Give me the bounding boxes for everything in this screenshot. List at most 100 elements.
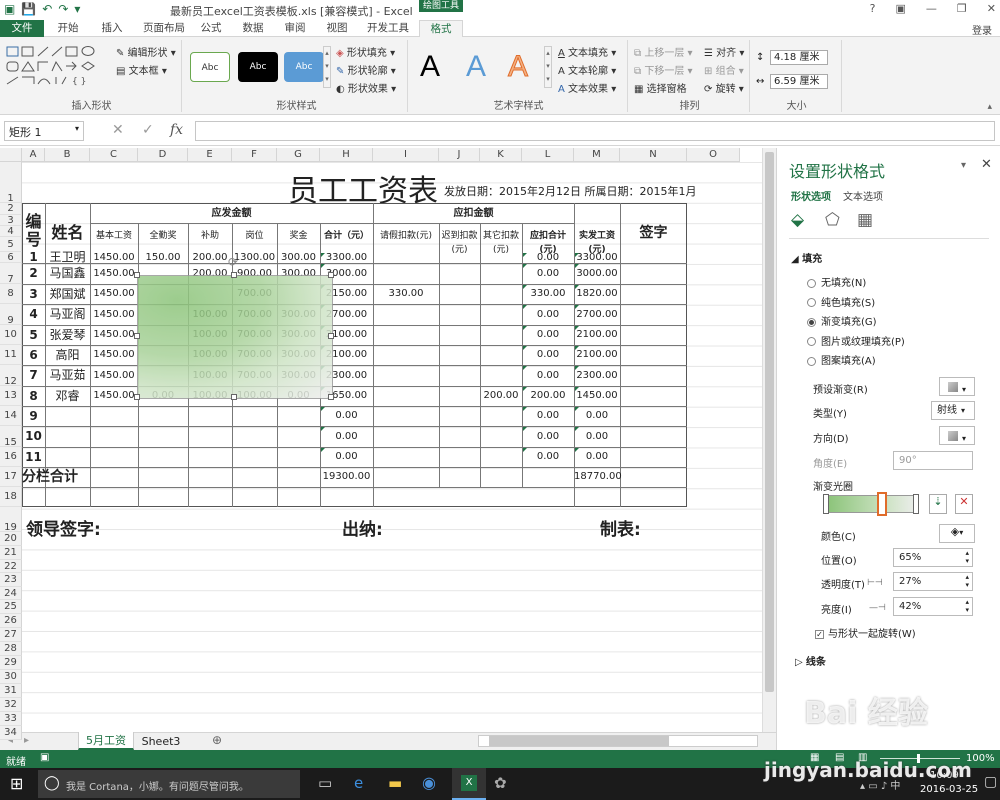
save-icon[interactable]: 💾 <box>21 2 36 16</box>
fill-section-header[interactable]: ◢ 填充 <box>791 250 822 265</box>
row-header[interactable]: 8 <box>0 284 22 304</box>
remove-stop-icon[interactable]: ✕ <box>955 494 973 514</box>
tab-review[interactable]: 审阅 <box>278 20 312 37</box>
row-header[interactable]: 23 <box>0 573 22 587</box>
row-header[interactable]: 19 <box>0 507 22 533</box>
resize-handle[interactable] <box>231 272 237 278</box>
row-header[interactable]: 11 <box>0 345 22 365</box>
tab-home[interactable]: 开始 <box>48 20 88 37</box>
transparency-slider-icon[interactable]: ⊢⊣ <box>867 578 883 588</box>
column-header-b[interactable]: B <box>45 148 90 162</box>
row-header[interactable]: 14 <box>0 406 22 426</box>
row-header[interactable]: 34 <box>0 726 22 740</box>
close-icon[interactable]: ✕ <box>987 2 996 15</box>
add-sheet-icon[interactable]: ⊕ <box>212 733 222 747</box>
column-header-e[interactable]: E <box>188 148 232 162</box>
fill-option-radio[interactable]: 图案填充(A) <box>807 352 876 367</box>
row-header[interactable]: 22 <box>0 560 22 573</box>
gradient-stop-3[interactable] <box>913 494 919 514</box>
row-header[interactable]: 17 <box>0 467 22 487</box>
formula-input[interactable] <box>195 121 995 141</box>
resize-handle[interactable] <box>328 394 334 400</box>
send-backward-button[interactable]: ⧉ 下移一层 ▾ <box>634 62 693 77</box>
row-header[interactable]: 5 <box>0 237 22 252</box>
text-effects-button[interactable]: A 文本效果 ▾ <box>558 80 616 95</box>
tab-formulas[interactable]: 公式 <box>194 20 228 37</box>
row-header[interactable]: 6 <box>0 252 22 263</box>
row-header[interactable]: 29 <box>0 656 22 670</box>
group-button[interactable]: ⊞ 组合 ▾ <box>704 62 744 77</box>
color-picker[interactable]: ◈▾ <box>939 524 975 543</box>
wordart-style-2[interactable]: A <box>466 50 486 84</box>
resize-handle[interactable] <box>328 333 334 339</box>
tab-page-layout[interactable]: 页面布局 <box>136 20 192 37</box>
preset-gradient-dropdown[interactable]: ▾ <box>939 377 975 396</box>
resize-handle[interactable] <box>134 394 140 400</box>
excel-taskbar-button[interactable]: X <box>452 768 486 800</box>
gradient-stop-1[interactable] <box>823 494 829 514</box>
column-header-d[interactable]: D <box>138 148 188 162</box>
shapes-gallery[interactable]: { } <box>4 44 112 88</box>
enter-icon[interactable]: ✓ <box>142 122 154 138</box>
shape-fill-button[interactable]: ◈ 形状填充 ▾ <box>336 44 395 59</box>
row-header[interactable]: 31 <box>0 684 22 698</box>
row-header[interactable]: 32 <box>0 698 22 712</box>
column-header-k[interactable]: K <box>480 148 522 162</box>
edge-browser-icon[interactable]: e <box>354 774 363 792</box>
size-properties-icon[interactable]: ▦ <box>857 210 873 230</box>
rotate-with-shape-checkbox[interactable]: ✓ 与形状一起旋转(W) <box>815 625 916 640</box>
sheet-tab-may-salary[interactable]: 5月工资 <box>78 732 134 750</box>
shape-style-2[interactable]: Abc <box>238 52 278 82</box>
collapse-ribbon-icon[interactable]: ▴ <box>987 102 992 112</box>
fill-option-radio[interactable]: 渐变填充(G) <box>807 313 877 328</box>
notification-icon[interactable]: ▢ <box>984 774 997 790</box>
column-header-c[interactable]: C <box>90 148 138 162</box>
browser-globe-icon[interactable]: ◉ <box>422 773 436 792</box>
column-header-j[interactable]: J <box>439 148 480 162</box>
row-header[interactable]: 20 <box>0 532 22 546</box>
shape-outline-button[interactable]: ✎ 形状轮廓 ▾ <box>336 62 396 77</box>
column-header-h[interactable]: H <box>320 148 373 162</box>
direction-dropdown[interactable]: ▾ <box>939 426 975 445</box>
row-header[interactable]: 1 <box>0 162 22 204</box>
add-stop-icon[interactable]: ⇣ <box>929 494 947 514</box>
row-header[interactable]: 12 <box>0 365 22 387</box>
tab-insert[interactable]: 插入 <box>92 20 132 37</box>
row-header[interactable]: 28 <box>0 642 22 656</box>
h-scroll-thumb[interactable] <box>489 736 669 746</box>
row-header[interactable]: 27 <box>0 628 22 642</box>
shape-effects-button[interactable]: ◐ 形状效果 ▾ <box>336 80 396 95</box>
rotate-button[interactable]: ⟳ 旋转 ▾ <box>704 80 744 95</box>
column-header-l[interactable]: L <box>522 148 574 162</box>
resize-handle[interactable] <box>134 272 140 278</box>
fx-icon[interactable]: fx <box>170 122 183 138</box>
pane-close-icon[interactable]: ✕ <box>981 157 992 172</box>
tab-text-options[interactable]: 文本选项 <box>843 188 883 203</box>
fill-line-icon[interactable]: ⬙ <box>791 210 804 230</box>
ribbon-display-icon[interactable]: ▣ <box>896 2 906 15</box>
wordart-scroll[interactable]: ▴ ▾ ▾ <box>544 46 552 88</box>
tab-developer[interactable]: 开发工具 <box>360 20 416 37</box>
text-fill-button[interactable]: A 文本填充 ▾ <box>558 44 616 59</box>
bring-forward-button[interactable]: ⧉ 上移一层 ▾ <box>634 44 693 59</box>
position-input[interactable]: 65% ▴ ▾ <box>893 548 973 567</box>
row-header[interactable]: 15 <box>0 426 22 448</box>
tab-view[interactable]: 视图 <box>320 20 354 37</box>
row-header[interactable]: 33 <box>0 712 22 726</box>
transparency-input[interactable]: 27% ▴ ▾ <box>893 572 973 591</box>
select-all-corner[interactable] <box>0 148 22 162</box>
undo-icon[interactable]: ↶ <box>42 2 52 16</box>
app-taskbar-icon[interactable]: ✿ <box>494 774 507 792</box>
column-header-n[interactable]: N <box>620 148 687 162</box>
shape-style-scroll[interactable]: ▴ ▾ ▾ <box>323 46 331 88</box>
fill-option-radio[interactable]: 图片或纹理填充(P) <box>807 333 905 348</box>
column-header-i[interactable]: I <box>373 148 439 162</box>
brightness-input[interactable]: 42% ▴ ▾ <box>893 597 973 616</box>
row-header[interactable]: 26 <box>0 614 22 628</box>
scroll-thumb[interactable] <box>765 152 774 692</box>
gradient-stop-selected[interactable] <box>877 492 887 516</box>
row-header[interactable]: 2 <box>0 203 22 215</box>
cancel-icon[interactable]: ✕ <box>112 122 124 138</box>
login-link[interactable]: 登录 <box>972 22 992 37</box>
shape-style-1[interactable]: Abc <box>190 52 230 82</box>
